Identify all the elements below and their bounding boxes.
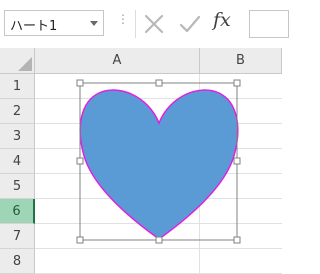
insert-function-button[interactable]: fx [213,9,243,37]
close-icon [144,14,164,34]
cancel-button[interactable] [143,12,165,36]
gridline-row-2 [35,123,282,124]
formula-input[interactable] [249,10,289,38]
gridline-col-a [199,74,200,274]
gridline-row-1 [35,98,282,99]
gridline-row-5 [35,198,282,199]
row-header-5[interactable]: 5 [0,174,35,199]
gridline-row-4 [35,173,282,174]
name-box[interactable]: ハート1 [4,10,104,36]
formula-bar: ハート1 ⋮ fx [0,0,289,49]
row-header-2[interactable]: 2 [0,99,35,124]
worksheet-grid[interactable]: A B 1 2 3 4 5 6 7 8 [0,48,282,274]
more-options-icon[interactable]: ⋮ [117,13,129,25]
chevron-down-icon[interactable] [90,21,98,26]
row-header-3[interactable]: 3 [0,124,35,149]
row-header-1[interactable]: 1 [0,74,35,99]
gridline-row-3 [35,148,282,149]
fx-icon: fx [213,9,231,31]
select-all-button[interactable] [0,48,35,74]
row-header-7[interactable]: 7 [0,224,35,249]
formula-bar-divider [135,10,136,38]
column-header-a[interactable]: A [35,48,200,74]
column-header-b[interactable]: B [200,48,282,74]
row-header-8[interactable]: 8 [0,249,35,274]
enter-button[interactable] [179,12,201,36]
gridline-row-6 [35,223,282,224]
gridline-row-7 [35,248,282,249]
row-header-4[interactable]: 4 [0,149,35,174]
select-all-triangle-icon [18,57,32,71]
checkmark-icon [179,15,201,33]
row-header-6[interactable]: 6 [0,199,35,224]
name-box-value: ハート1 [10,19,58,34]
